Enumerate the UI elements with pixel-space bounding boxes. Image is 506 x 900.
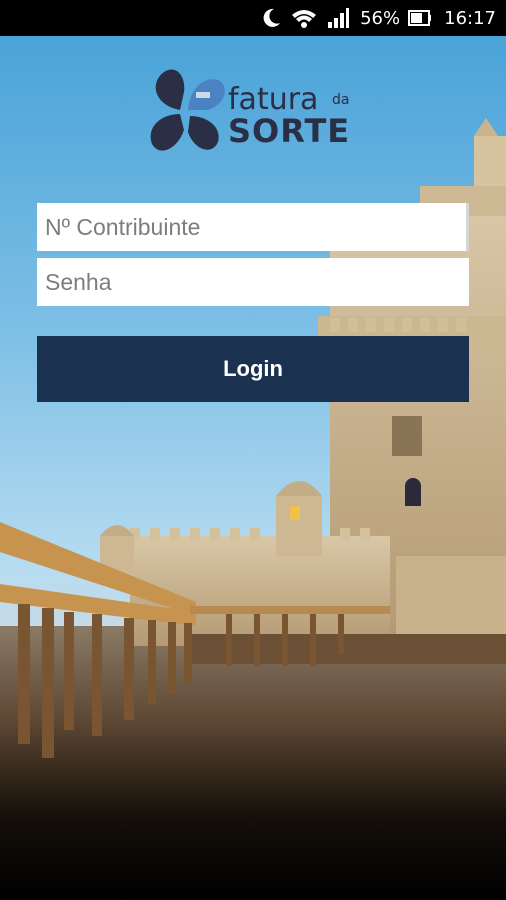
password-input[interactable] [37,258,469,306]
login-button[interactable]: Login [37,336,469,402]
battery-icon [408,7,432,29]
background-photo [0,36,506,900]
clock: 16:17 [444,7,496,29]
status-bar: 56% 16:17 [0,0,506,36]
signal-icon [326,7,350,29]
clover-logo-icon [150,69,225,151]
logo-text-da: da [332,92,350,108]
logo-text-sorte: SORTE [228,112,351,150]
contribuinte-input[interactable] [37,203,469,251]
tower-illustration [0,118,506,900]
moon-icon [260,7,282,29]
app-logo: fatura da SORTE [146,66,366,162]
wifi-icon [290,7,318,29]
battery-percent: 56% [360,7,401,29]
